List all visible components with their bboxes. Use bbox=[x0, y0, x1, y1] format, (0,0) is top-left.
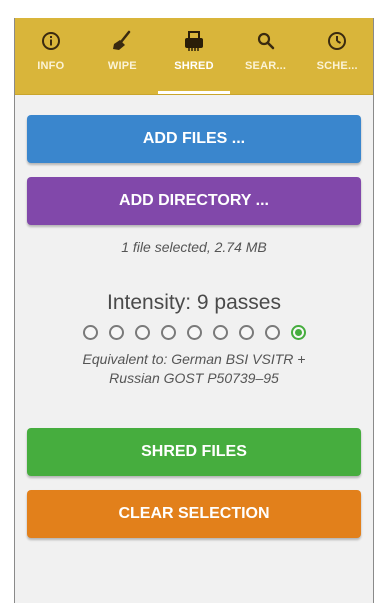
intensity-radio-4[interactable] bbox=[160, 325, 176, 340]
shred-files-button[interactable]: SHRED FILES bbox=[27, 428, 361, 476]
intensity-radio-1[interactable] bbox=[82, 325, 98, 340]
shred-panel: ADD FILES ... ADD DIRECTORY ... 1 file s… bbox=[15, 95, 373, 538]
action-buttons: SHRED FILES CLEAR SELECTION bbox=[27, 428, 361, 538]
tab-shred-label: SHRED bbox=[174, 60, 214, 72]
intensity-radio-6[interactable] bbox=[212, 325, 228, 340]
equivalent-standards: Equivalent to: German BSI VSITR + Russia… bbox=[27, 350, 361, 388]
intensity-radio-8[interactable] bbox=[264, 325, 280, 340]
selection-info: 1 file selected, 2.74 MB bbox=[121, 239, 267, 255]
tab-schedule-label: SCHE... bbox=[316, 60, 358, 72]
broom-icon bbox=[111, 30, 133, 52]
shredder-icon bbox=[183, 30, 205, 52]
tab-info-label: INFO bbox=[37, 60, 65, 72]
tab-shred[interactable]: SHRED bbox=[158, 18, 230, 94]
tab-wipe-label: WIPE bbox=[107, 60, 137, 72]
intensity-radio-9[interactable] bbox=[290, 325, 306, 340]
equivalent-line-1: Equivalent to: German BSI VSITR + bbox=[82, 351, 306, 367]
tab-search-label: SEAR... bbox=[245, 60, 287, 72]
app-frame: INFO WIPE SHRED SEAR... SCHE... ADD FILE… bbox=[14, 18, 374, 603]
tab-info[interactable]: INFO bbox=[15, 18, 87, 94]
add-files-button[interactable]: ADD FILES ... bbox=[27, 115, 361, 163]
intensity-radio-5[interactable] bbox=[186, 325, 202, 340]
intensity-title: Intensity: 9 passes bbox=[107, 291, 281, 314]
equivalent-line-2: Russian GOST P50739–95 bbox=[109, 370, 279, 386]
intensity-radio-3[interactable] bbox=[134, 325, 150, 340]
intensity-radio-2[interactable] bbox=[108, 325, 124, 340]
clear-selection-button[interactable]: CLEAR SELECTION bbox=[27, 490, 361, 538]
tab-bar: INFO WIPE SHRED SEAR... SCHE... bbox=[15, 18, 373, 95]
info-icon bbox=[40, 30, 62, 52]
tab-wipe[interactable]: WIPE bbox=[87, 18, 159, 94]
intensity-radio-7[interactable] bbox=[238, 325, 254, 340]
tab-search[interactable]: SEAR... bbox=[230, 18, 302, 94]
tab-schedule[interactable]: SCHE... bbox=[301, 18, 373, 94]
search-icon bbox=[255, 30, 277, 52]
intensity-selector bbox=[27, 325, 361, 340]
clock-icon bbox=[326, 30, 348, 52]
add-directory-button[interactable]: ADD DIRECTORY ... bbox=[27, 177, 361, 225]
